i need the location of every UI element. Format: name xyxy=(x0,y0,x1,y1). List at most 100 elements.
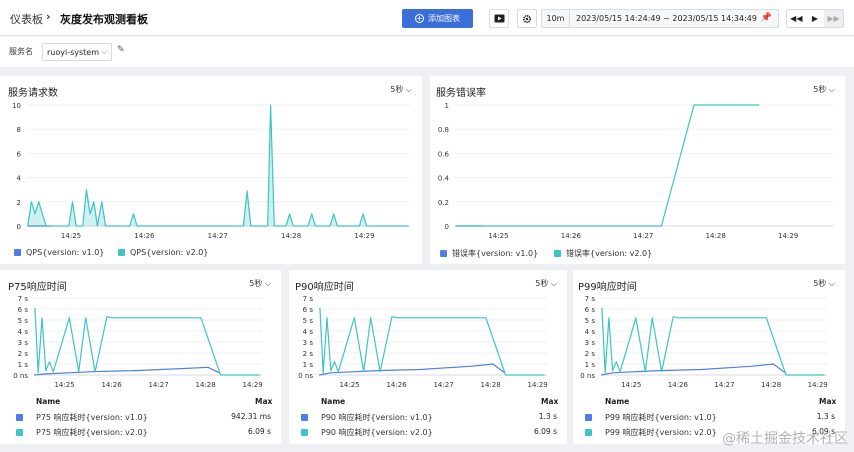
x-tick-label: 14:27 xyxy=(714,381,734,389)
y-tick-label: 4 xyxy=(17,175,22,183)
watermark: @稀土掘金技术社区 xyxy=(722,431,848,447)
series-line xyxy=(27,104,409,227)
series-line xyxy=(318,363,506,376)
p99-chart: 0 ns 1 s 2 s 3 s 4 s 5 s 6 s 7 s 14:25 14:26 14:27… xyxy=(580,295,828,389)
y-tick-label: 0 ns xyxy=(13,372,28,380)
legend-swatch xyxy=(585,414,592,421)
pin-icon[interactable]: 📌 xyxy=(761,13,772,23)
legend-item[interactable]: 错误率{version: v1.0} xyxy=(440,248,538,259)
legend-max-value: 6.09 s xyxy=(534,427,557,436)
y-tick-label: 3 s xyxy=(303,339,314,347)
step-back-icon[interactable]: ◀◀ xyxy=(787,10,806,27)
legend-item[interactable]: QPS{version: v2.0} xyxy=(118,248,208,257)
time-window-text: 2023/05/15 14:24:49 ~ 2023/05/15 14:34:4… xyxy=(576,14,757,23)
x-tick-label: 14:28 xyxy=(706,232,726,240)
legend-label: QPS{version: v2.0} xyxy=(130,248,209,257)
y-tick-label: 2 s xyxy=(585,350,596,358)
legend-swatch xyxy=(301,429,308,436)
x-tick-label: 14:25 xyxy=(61,232,81,240)
y-tick-label: 5 s xyxy=(18,317,29,325)
legend-swatch xyxy=(118,249,125,256)
x-tick-label: 14:28 xyxy=(281,232,301,240)
service-name-select[interactable]: ruoyi-system ⌵ xyxy=(42,43,112,61)
edit-icon[interactable]: ✎ xyxy=(117,45,125,55)
y-tick-label: 5 s xyxy=(303,317,314,325)
settings-button[interactable] xyxy=(517,9,537,28)
series-line xyxy=(319,307,545,376)
y-tick-label: 4 s xyxy=(18,328,29,336)
legend-swatch xyxy=(16,429,23,436)
x-tick-label: 14:29 xyxy=(528,381,548,389)
y-tick-label: 6 s xyxy=(303,306,314,314)
series-line xyxy=(34,307,260,376)
legend-column-max: Max xyxy=(255,397,273,406)
y-tick-label: 0.4 xyxy=(438,175,450,183)
y-tick-label: 6 s xyxy=(585,306,596,314)
plus-circle-icon: + xyxy=(415,13,424,23)
x-tick-label: 14:28 xyxy=(761,381,781,389)
legend-swatch xyxy=(16,414,23,421)
y-tick-label: 1 s xyxy=(18,361,29,369)
panel-p75: P75响应时间 5秒 ⌵ 0 ns 1 s2 s3 s4 s5 s6 s7 s 14… xyxy=(0,270,281,444)
panel-p99: P99响应时间 5秒 ⌵ 0 ns 1 s2 s3 s4 s5 s6 s7 s 14… xyxy=(573,270,845,444)
y-tick-label: 10 xyxy=(12,102,21,110)
legend-label: 错误率{version: v2.0} xyxy=(566,249,653,258)
y-tick-label: 7 s xyxy=(585,295,596,303)
x-tick-label: 14:25 xyxy=(621,381,641,389)
x-tick-label: 14:29 xyxy=(243,381,263,389)
y-tick-label: 7 s xyxy=(18,295,29,303)
legend-row[interactable]: P75 响应耗时{version: v2.0} xyxy=(16,427,148,438)
breadcrumb-root-link[interactable]: 仪表板 xyxy=(10,11,43,27)
legend-label: P90 响应耗时{version: v1.0} xyxy=(321,413,433,422)
legend-column-name: Name xyxy=(605,397,630,406)
qps-chart: 024681014:2514:2614:2714:2814:2914:3014:… xyxy=(12,102,410,240)
legend-swatch xyxy=(440,250,447,257)
time-range-select[interactable]: 10m xyxy=(542,10,570,27)
y-tick-label: 1 s xyxy=(585,361,596,369)
legend-row[interactable]: P90 响应耗时{version: v2.0} xyxy=(301,427,433,438)
y-tick-label: 1 xyxy=(445,102,449,110)
legend-swatch xyxy=(14,249,21,256)
y-tick-label: 0.2 xyxy=(438,199,449,207)
play-icon[interactable]: ▶ xyxy=(806,10,825,27)
y-tick-label: 6 xyxy=(17,150,22,158)
legend-column-name: Name xyxy=(321,397,346,406)
step-forward-icon[interactable]: ▶▶ xyxy=(824,10,844,27)
y-tick-label: 2 s xyxy=(303,350,314,358)
x-tick-label: 14:25 xyxy=(488,232,508,240)
y-tick-label: 0.8 xyxy=(438,126,449,134)
y-tick-label: 6 s xyxy=(18,306,29,314)
x-tick-label: 14:29 xyxy=(808,381,828,389)
y-tick-label: 2 xyxy=(17,199,21,207)
time-navigation-group: ◀◀ ▶ ▶▶ xyxy=(786,9,844,28)
legend-label: P90 响应耗时{version: v2.0} xyxy=(321,428,433,437)
x-tick-label: 14:26 xyxy=(134,232,155,240)
series-line xyxy=(601,307,825,376)
service-name-value: ruoyi-system xyxy=(47,47,100,57)
legend-item[interactable]: QPS{version: v1.0} xyxy=(14,248,104,257)
play-slideshow-button[interactable] xyxy=(489,9,509,28)
y-tick-label: 0 xyxy=(17,223,21,231)
panel-error-rate: 服务错误率 5秒 ⌵ 0 0.2 0.4 0.6 0.8 1 14:25 14:26 14:27… xyxy=(430,76,845,264)
series-line xyxy=(455,104,760,227)
legend-row[interactable]: P75 响应耗时{version: v1.0} xyxy=(16,412,148,423)
legend-row[interactable]: P99 响应耗时{version: v1.0} xyxy=(585,412,717,423)
legend-swatch xyxy=(585,429,592,436)
legend-item[interactable]: 错误率{version: v2.0} xyxy=(554,248,652,259)
x-tick-label: 14:27 xyxy=(633,232,653,240)
y-tick-label: 8 xyxy=(17,126,21,134)
y-tick-label: 1 s xyxy=(303,361,314,369)
x-tick-label: 14:26 xyxy=(561,232,582,240)
add-chart-button[interactable]: + 添加图表 xyxy=(402,9,473,28)
legend-label: P99 响应耗时{version: v1.0} xyxy=(605,413,717,422)
legend-row[interactable]: P99 响应耗时{version: v2.0} xyxy=(585,427,717,438)
panel-p90: P90响应时间 5秒 ⌵ 0 ns 1 s2 s3 s4 s5 s6 s7 s 14… xyxy=(289,270,567,444)
y-tick-label: 7 s xyxy=(303,295,314,303)
legend-max-value: 942.31 ms xyxy=(231,412,271,421)
y-tick-label: 4 s xyxy=(303,328,314,336)
x-tick-label: 14:27 xyxy=(148,381,168,389)
y-tick-label: 3 s xyxy=(585,339,596,347)
x-tick-label: 14:26 xyxy=(101,381,122,389)
time-range-picker[interactable]: 10m 2023/05/15 14:24:49 ~ 2023/05/15 14:… xyxy=(541,9,779,28)
legend-row[interactable]: P90 响应耗时{version: v1.0} xyxy=(301,412,433,423)
